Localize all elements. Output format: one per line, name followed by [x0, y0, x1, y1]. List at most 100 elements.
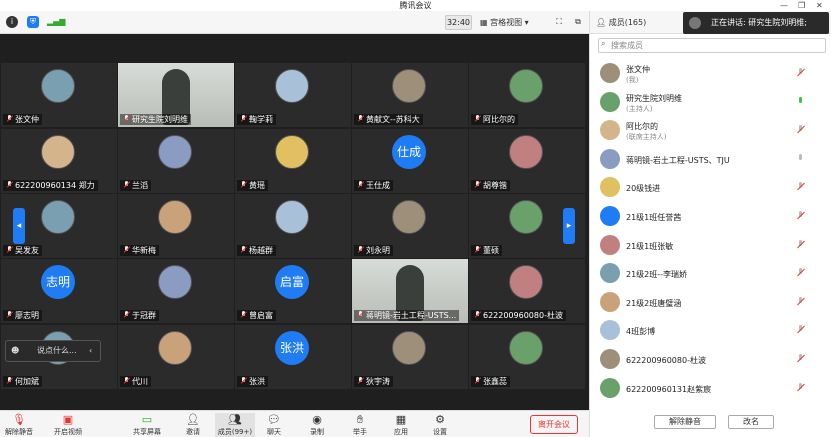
microphone-muted-icon[interactable] [796, 182, 805, 192]
participant-tile[interactable]: 622200960134 郑力 [1, 129, 117, 193]
chat-button[interactable]: 💬︎ 聊天 [257, 413, 291, 437]
microphone-muted-icon [6, 181, 13, 189]
participant-name-text: 何加斌 [15, 377, 39, 386]
participant-tile[interactable]: 刘永明 [352, 194, 468, 258]
participant-name: 杨越群 [237, 245, 276, 256]
microphone-muted-icon[interactable] [796, 239, 805, 250]
restore-icon[interactable]: ❐ [798, 0, 805, 11]
speaking-indicator: 正在讲话: 研究生院刘明维; [683, 12, 829, 34]
unmute-button[interactable]: 🎙︎ 解除静音 [2, 413, 36, 437]
participant-tile[interactable]: 黄瑶 [235, 129, 351, 193]
participant-name: 曾启富 [237, 310, 276, 321]
participant-name: 张鑫蕊 [471, 376, 510, 387]
microphone-icon[interactable] [796, 153, 805, 164]
prev-page-button[interactable]: ◂ [13, 208, 25, 244]
fullscreen-icon[interactable]: ⛶ [553, 16, 565, 28]
rename-button[interactable]: 改名 [728, 415, 774, 429]
member-search-input[interactable]: 搜索成员 [598, 38, 826, 53]
video-button[interactable]: ▣ 开启视频 [51, 413, 85, 437]
participant-name: 胡尊锴 [471, 180, 510, 191]
participant-tile[interactable]: 兰滔 [118, 129, 234, 193]
collapse-icon[interactable]: ‹ [89, 341, 92, 361]
minimize-icon[interactable]: — [780, 0, 788, 11]
member-row[interactable]: 21级1班任誉茜 [590, 202, 831, 231]
participant-tile[interactable]: 鞠学莉 [235, 63, 351, 127]
participant-tile[interactable]: 于冠群 [118, 259, 234, 323]
member-row[interactable]: 21级2班唐璧涵 [590, 288, 831, 317]
chat-quick-bar[interactable]: ☻ 说点什么... ‹ [5, 340, 101, 362]
microphone-muted-icon[interactable] [796, 296, 805, 307]
popout-icon[interactable]: ⧉ [572, 16, 584, 28]
raise-hand-button[interactable]: ✋︎ 举手 [343, 413, 377, 437]
member-row[interactable]: 阿比尔的 (联席主持人) [590, 116, 831, 145]
participant-avatar [41, 135, 75, 169]
microphone-muted-icon[interactable] [796, 211, 805, 221]
member-row[interactable]: 张文仲 (我) [590, 59, 831, 88]
shield-icon[interactable]: ⛨ [27, 16, 39, 28]
leave-meeting-button[interactable]: 离开会议 [530, 415, 578, 434]
member-row[interactable]: 4班彭博 [590, 316, 831, 345]
participant-tile[interactable]: 仕成 王仕成 [352, 129, 468, 193]
member-avatar [600, 148, 620, 169]
close-icon[interactable]: ✕ [816, 0, 823, 11]
participant-tile[interactable]: 杨越群 [235, 194, 351, 258]
settings-button[interactable]: ⚙ 设置 [423, 413, 457, 437]
member-row[interactable]: 622200960131赵紫宸 [590, 374, 831, 403]
participant-tile[interactable]: 胡尊锴 [469, 129, 585, 193]
participant-tile[interactable]: 阿比尔的 [469, 63, 585, 127]
member-row[interactable]: 蒋明镜-岩土工程-USTS、TJU [590, 145, 831, 174]
microphone-muted-icon [123, 377, 130, 385]
share-screen-button[interactable]: ▭ 共享屏幕 [130, 413, 164, 437]
members-button[interactable]: 👥︎ 成员(99+) [215, 413, 255, 437]
member-row[interactable]: 研究生院刘明维 (主持人) [590, 88, 831, 117]
member-row[interactable]: 21级1班张敏 [590, 231, 831, 260]
microphone-muted-icon[interactable] [796, 68, 805, 78]
participant-tile[interactable]: 张文仲 [1, 63, 117, 127]
participant-tile[interactable]: 代川 [118, 325, 234, 389]
participant-name-text: 黄献文--苏科大 [366, 115, 420, 124]
member-name: 20级钱进 [626, 184, 661, 194]
participant-name-text: 华新梅 [132, 246, 156, 255]
info-icon[interactable]: i [6, 16, 18, 28]
microphone-muted-icon[interactable] [796, 125, 805, 135]
member-row[interactable]: 622200960080-杜波 [590, 345, 831, 374]
participant-name-text: 研究生院刘明维 [132, 115, 188, 124]
apps-button[interactable]: ▦ 应用 [384, 413, 418, 437]
member-role: (我) [626, 76, 639, 84]
participant-tile[interactable]: 张鑫蕊 [469, 325, 585, 389]
participant-name-text: 于冠群 [132, 311, 156, 320]
record-button[interactable]: ◉ 录制 [300, 413, 334, 437]
view-mode-button[interactable]: ▦ 宫格视图 ▾ [480, 15, 544, 30]
unmute-all-button[interactable]: 解除静音 [654, 415, 716, 429]
microphone-muted-icon[interactable] [796, 382, 805, 393]
participant-name: 狄宇涛 [354, 376, 393, 387]
microphone-muted-icon[interactable] [796, 354, 805, 364]
invite-button[interactable]: 👤︎ 邀请 [176, 413, 210, 437]
microphone-muted-icon[interactable] [796, 325, 805, 335]
signal-icon[interactable]: ▂▄▆ [47, 16, 65, 28]
microphone-muted-icon[interactable] [796, 268, 805, 278]
participant-tile[interactable]: 622200960080-杜波 [469, 259, 585, 323]
participant-tile[interactable]: 志明 廖志明 [1, 259, 117, 323]
member-role: (联席主持人) [626, 133, 667, 142]
next-page-button[interactable]: ▸ [563, 208, 575, 244]
participant-tile[interactable]: 张洪 张洪 [235, 325, 351, 389]
participant-tile[interactable]: 华新梅 [118, 194, 234, 258]
participant-name: 华新梅 [120, 245, 159, 256]
participant-tile[interactable]: 启富 曾启富 [235, 259, 351, 323]
participant-tile[interactable]: 蒋明镜-岩土工程-USTS... [352, 259, 468, 323]
participant-name-text: 王仕成 [366, 181, 390, 190]
member-row[interactable]: 21级2班--李瑞娇 [590, 259, 831, 288]
member-row[interactable]: 20级钱进 [590, 173, 831, 202]
emoji-icon[interactable]: ☻ [11, 341, 19, 361]
participant-tile[interactable]: 研究生院刘明维 [118, 63, 234, 127]
participant-tile[interactable]: 黄献文--苏科大 [352, 63, 468, 127]
chevron-right-icon: ▸ [566, 221, 572, 231]
participant-avatar [392, 69, 426, 103]
chat-quick-input[interactable]: 说点什么... [37, 341, 77, 361]
microphone-icon[interactable] [796, 96, 805, 107]
participant-name: 廖志明 [3, 310, 42, 321]
meeting-timer: 32:40 [445, 15, 472, 30]
participant-tile[interactable]: 狄宇涛 [352, 325, 468, 389]
participant-name-text: 胡尊锴 [483, 181, 507, 190]
